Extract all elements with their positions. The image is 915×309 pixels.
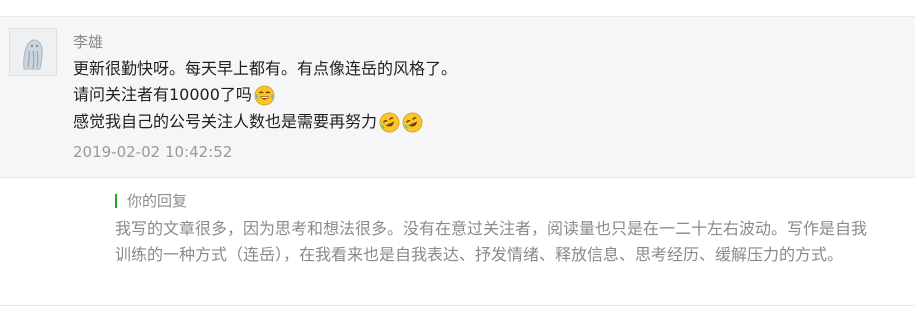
reply-text: 我写的文章很多，因为思考和想法很多。没有在意过关注者，阅读量也只是在一二十左右波… bbox=[115, 219, 868, 264]
comment-line-text: 请问关注者有10000了吗 bbox=[73, 85, 252, 104]
reply-accent-bar bbox=[115, 194, 117, 208]
comment-line-text: 感觉我自己的公号关注人数也是需要再努力 bbox=[73, 112, 378, 131]
avatar-image bbox=[10, 29, 56, 75]
comment-line-2: 请问关注者有10000了吗 bbox=[73, 83, 275, 107]
comment-line-text: 更新很勤快呀。每天早上都有。有点像连岳的风格了。 bbox=[73, 59, 458, 78]
rolling-laughing-emoji-icon bbox=[402, 112, 423, 132]
comment-timestamp: 2019-02-02 10:42:52 bbox=[73, 143, 233, 161]
reply-header: 你的回复 bbox=[115, 191, 187, 211]
comment-line-1: 更新很勤快呀。每天早上都有。有点像连岳的风格了。 bbox=[73, 57, 457, 81]
comment-line-3: 感觉我自己的公号关注人数也是需要再努力 bbox=[73, 110, 423, 134]
rolling-laughing-emoji-icon bbox=[379, 112, 400, 132]
avatar[interactable] bbox=[9, 28, 57, 76]
tears-of-joy-emoji-icon bbox=[254, 85, 275, 105]
reply-section: 你的回复 我写的文章很多，因为思考和想法很多。没有在意过关注者，阅读量也只是在一… bbox=[0, 178, 915, 305]
bottom-divider bbox=[0, 305, 915, 306]
author-name[interactable]: 李雄 bbox=[73, 32, 103, 52]
reply-label: 你的回复 bbox=[127, 192, 188, 210]
